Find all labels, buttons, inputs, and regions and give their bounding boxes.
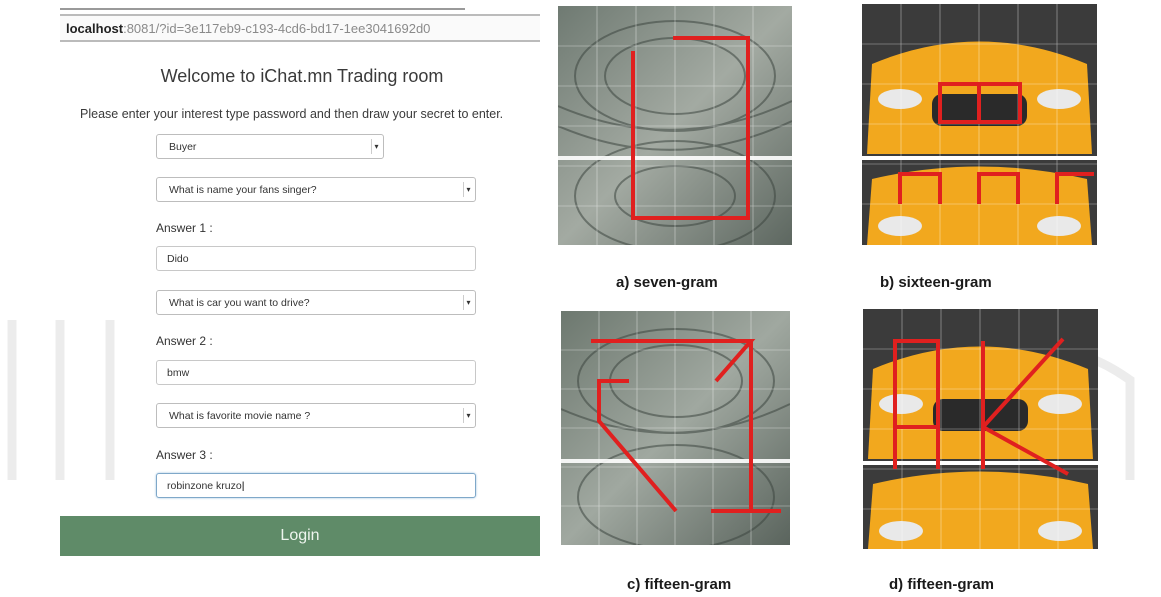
caption-c: c) fifteen-gram [627, 576, 732, 593]
url-path: :8081/?id=3e117eb9-c193-4cd6-bd17-1ee304… [123, 21, 431, 36]
image-seam [561, 459, 790, 463]
caption-d: d) fifteen-gram [889, 576, 994, 593]
answer2-value: bmw [167, 367, 190, 379]
answer1-input[interactable]: Dido [156, 246, 476, 271]
answer2-label: Answer 2 : [156, 334, 213, 348]
answer3-label: Answer 3 : [156, 448, 213, 462]
question3-select[interactable]: What is favorite movie name ? ▾ [156, 403, 476, 428]
pattern-image-d[interactable] [863, 309, 1098, 549]
question3-value: What is favorite movie name ? [169, 410, 311, 422]
address-bar[interactable]: localhost:8081/?id=3e117eb9-c193-4cd6-bd… [60, 14, 540, 42]
answer1-value: Dido [167, 253, 189, 265]
interest-type-value: Buyer [169, 141, 197, 153]
chevron-down-icon: ▾ [371, 139, 381, 154]
question1-select[interactable]: What is name your fans singer? ▾ [156, 177, 476, 202]
pattern-image-a[interactable] [558, 6, 792, 245]
question2-value: What is car you want to drive? [169, 297, 310, 309]
answer1-label: Answer 1 : [156, 221, 213, 235]
answer3-value: robinzone kruzo [167, 480, 242, 492]
answer2-input[interactable]: bmw [156, 360, 476, 385]
question1-value: What is name your fans singer? [169, 184, 317, 196]
caption-b: b) sixteen-gram [880, 274, 992, 291]
login-button[interactable]: Login [60, 516, 540, 556]
interest-type-select[interactable]: Buyer ▾ [156, 134, 384, 159]
pattern-image-b[interactable] [862, 4, 1097, 245]
instructions-text: Please enter your interest type password… [80, 107, 504, 121]
chevron-down-icon: ▾ [463, 295, 473, 310]
pattern-image-c[interactable] [561, 311, 790, 545]
caption-a: a) seven-gram [616, 274, 718, 291]
question2-select[interactable]: What is car you want to drive? ▾ [156, 290, 476, 315]
chevron-down-icon: ▾ [463, 408, 473, 423]
car-body [862, 41, 1097, 245]
login-page-screenshot: localhost:8081/?id=3e117eb9-c193-4cd6-bd… [60, 0, 540, 560]
chevron-down-icon: ▾ [463, 182, 473, 197]
window-top-rule [60, 8, 465, 10]
page-title: Welcome to iChat.mn Trading room [160, 66, 444, 86]
car-body [863, 346, 1098, 549]
url-host: localhost [66, 21, 124, 36]
answer3-input[interactable]: robinzone kruzo| [156, 473, 476, 498]
